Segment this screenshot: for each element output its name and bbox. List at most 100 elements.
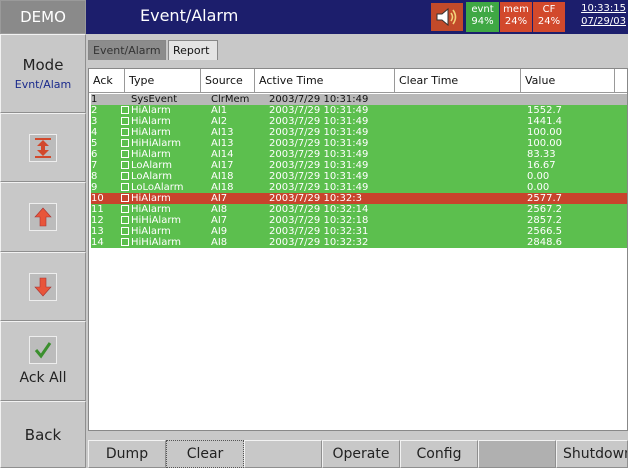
column-header-ack[interactable]: Ack bbox=[89, 69, 125, 92]
event-alarm-table[interactable]: Ack Type Source Active Time Clear Time V… bbox=[88, 68, 628, 431]
tab-event-alarm[interactable]: Event/Alarm bbox=[88, 40, 166, 60]
ack-checkbox[interactable] bbox=[121, 128, 129, 136]
cell-type: SysEvent bbox=[131, 94, 178, 105]
clock-date: 07/29/03 bbox=[581, 16, 626, 27]
table-row[interactable]: 13 HiAlarm AI9 2003/7/29 10:32:31 2566.5 bbox=[91, 226, 627, 237]
cell-source: AI18 bbox=[211, 182, 234, 193]
cell-source: AI7 bbox=[211, 215, 228, 226]
cell-type: HiAlarm bbox=[131, 226, 171, 237]
toolbar-spacer bbox=[478, 440, 556, 468]
bottom-toolbar: Dump Clear Operate Config Shutdown bbox=[88, 440, 628, 468]
column-header-active-time[interactable]: Active Time bbox=[255, 69, 395, 92]
cell-value: 0.00 bbox=[527, 182, 550, 193]
cell-type: HiHiAlarm bbox=[131, 138, 182, 149]
ack-checkbox[interactable] bbox=[121, 194, 129, 202]
cell-active-time: 2003/7/29 10:31:49 bbox=[269, 171, 369, 182]
ack-checkbox[interactable] bbox=[121, 238, 129, 246]
table-row[interactable]: 11 HiAlarm AI8 2003/7/29 10:32:14 2567.2 bbox=[91, 204, 627, 215]
clock-time: 10:33:15 bbox=[581, 3, 626, 14]
cell-number: 3 bbox=[91, 116, 98, 127]
column-header-clear-time[interactable]: Clear Time bbox=[395, 69, 521, 92]
table-row[interactable]: 10 HiAlarm AI7 2003/7/29 10:32:3 2577.7 bbox=[91, 193, 627, 204]
evnt-value: 94% bbox=[471, 16, 494, 27]
cell-value: 83.33 bbox=[527, 149, 556, 160]
cell-number: 4 bbox=[91, 127, 98, 138]
cell-type: HiHiAlarm bbox=[131, 215, 182, 226]
ack-checkbox[interactable] bbox=[121, 106, 129, 114]
speaker-icon[interactable] bbox=[431, 3, 463, 31]
evnt-usage-indicator: evnt 94% bbox=[466, 2, 499, 32]
table-header: Ack Type Source Active Time Clear Time V… bbox=[89, 69, 627, 93]
cf-usage-indicator: CF 24% bbox=[533, 2, 565, 32]
ack-checkbox[interactable] bbox=[121, 139, 129, 147]
cell-source: ClrMem bbox=[211, 94, 250, 105]
cell-type: HiHiAlarm bbox=[131, 237, 182, 248]
clear-button[interactable]: Clear bbox=[166, 440, 244, 468]
cell-type: LoAlarm bbox=[131, 160, 172, 171]
ack-checkbox[interactable] bbox=[121, 216, 129, 224]
ack-checkbox[interactable] bbox=[121, 150, 129, 158]
cell-source: AI1 bbox=[211, 105, 228, 116]
column-header-type[interactable]: Type bbox=[125, 69, 201, 92]
checkmark-icon bbox=[29, 336, 57, 364]
table-row[interactable]: 2 HiAlarm AI1 2003/7/29 10:31:49 1552.7 bbox=[91, 105, 627, 116]
cell-number: 6 bbox=[91, 149, 98, 160]
ack-checkbox[interactable] bbox=[121, 205, 129, 213]
cell-number: 10 bbox=[91, 193, 104, 204]
ack-checkbox[interactable] bbox=[121, 172, 129, 180]
cell-type: HiAlarm bbox=[131, 116, 171, 127]
operate-button[interactable]: Operate bbox=[322, 440, 400, 468]
scroll-up-button[interactable] bbox=[0, 182, 86, 252]
table-row[interactable]: 12 HiHiAlarm AI7 2003/7/29 10:32:18 2857.2 bbox=[91, 215, 627, 226]
sidebar: Mode Evnt/Alam Ack All Back bbox=[0, 34, 86, 468]
cell-number: 7 bbox=[91, 160, 98, 171]
cell-active-time: 2003/7/29 10:31:49 bbox=[269, 160, 369, 171]
cell-source: AI9 bbox=[211, 226, 228, 237]
table-row[interactable]: 8 LoAlarm AI18 2003/7/29 10:31:49 0.00 bbox=[91, 171, 627, 182]
column-header-source[interactable]: Source bbox=[201, 69, 255, 92]
table-row[interactable]: 14 HiHiAlarm AI8 2003/7/29 10:32:32 2848.6 bbox=[91, 237, 627, 248]
mode-button[interactable]: Mode Evnt/Alam bbox=[0, 34, 86, 113]
mem-value: 24% bbox=[504, 16, 528, 27]
clock[interactable]: 10:33:15 07/29/03 bbox=[568, 2, 628, 32]
cell-number: 5 bbox=[91, 138, 98, 149]
cell-active-time: 2003/7/29 10:32:18 bbox=[269, 215, 369, 226]
table-row[interactable]: 5 HiHiAlarm AI13 2003/7/29 10:31:49 100.00 bbox=[91, 138, 627, 149]
cell-active-time: 2003/7/29 10:32:32 bbox=[269, 237, 369, 248]
ack-checkbox[interactable] bbox=[121, 117, 129, 125]
scroll-down-button[interactable] bbox=[0, 252, 86, 321]
cell-active-time: 2003/7/29 10:32:31 bbox=[269, 226, 369, 237]
cell-source: AI18 bbox=[211, 171, 234, 182]
cell-source: AI14 bbox=[211, 149, 234, 160]
cell-number: 9 bbox=[91, 182, 98, 193]
back-button[interactable]: Back bbox=[0, 401, 86, 468]
ack-checkbox[interactable] bbox=[121, 183, 129, 191]
top-bottom-arrows-icon bbox=[29, 133, 57, 162]
table-row[interactable]: 6 HiAlarm AI14 2003/7/29 10:31:49 83.33 bbox=[91, 149, 627, 160]
table-row[interactable]: 7 LoAlarm AI17 2003/7/29 10:31:49 16.67 bbox=[91, 160, 627, 171]
cell-source: AI17 bbox=[211, 160, 234, 171]
ack-checkbox[interactable] bbox=[121, 161, 129, 169]
cell-active-time: 2003/7/29 10:31:49 bbox=[269, 138, 369, 149]
table-row[interactable]: 9 LoLoAlarm AI18 2003/7/29 10:31:49 0.00 bbox=[91, 182, 627, 193]
cell-number: 1 bbox=[91, 94, 98, 105]
cell-value: 2848.6 bbox=[527, 237, 562, 248]
cell-source: AI7 bbox=[211, 193, 228, 204]
table-row[interactable]: 4 HiAlarm AI13 2003/7/29 10:31:49 100.00 bbox=[91, 127, 627, 138]
demo-button[interactable]: DEMO bbox=[0, 0, 86, 34]
cell-type: LoLoAlarm bbox=[131, 182, 184, 193]
shutdown-button[interactable]: Shutdown bbox=[556, 440, 628, 468]
table-row[interactable]: 3 HiAlarm AI2 2003/7/29 10:31:49 1441.4 bbox=[91, 116, 627, 127]
ack-checkbox[interactable] bbox=[121, 227, 129, 235]
table-row[interactable]: 1 SysEvent ClrMem 2003/7/29 10:31:49 bbox=[91, 94, 627, 105]
cell-active-time: 2003/7/29 10:31:49 bbox=[269, 116, 369, 127]
column-header-value[interactable]: Value bbox=[521, 69, 615, 92]
dump-button[interactable]: Dump bbox=[88, 440, 166, 468]
cell-value: 2857.2 bbox=[527, 215, 562, 226]
cell-type: HiAlarm bbox=[131, 127, 171, 138]
config-button[interactable]: Config bbox=[400, 440, 478, 468]
tab-report[interactable]: Report bbox=[168, 40, 218, 60]
page-top-bottom-button[interactable] bbox=[0, 113, 86, 182]
cell-source: AI8 bbox=[211, 237, 228, 248]
ack-all-button[interactable]: Ack All bbox=[0, 321, 86, 401]
